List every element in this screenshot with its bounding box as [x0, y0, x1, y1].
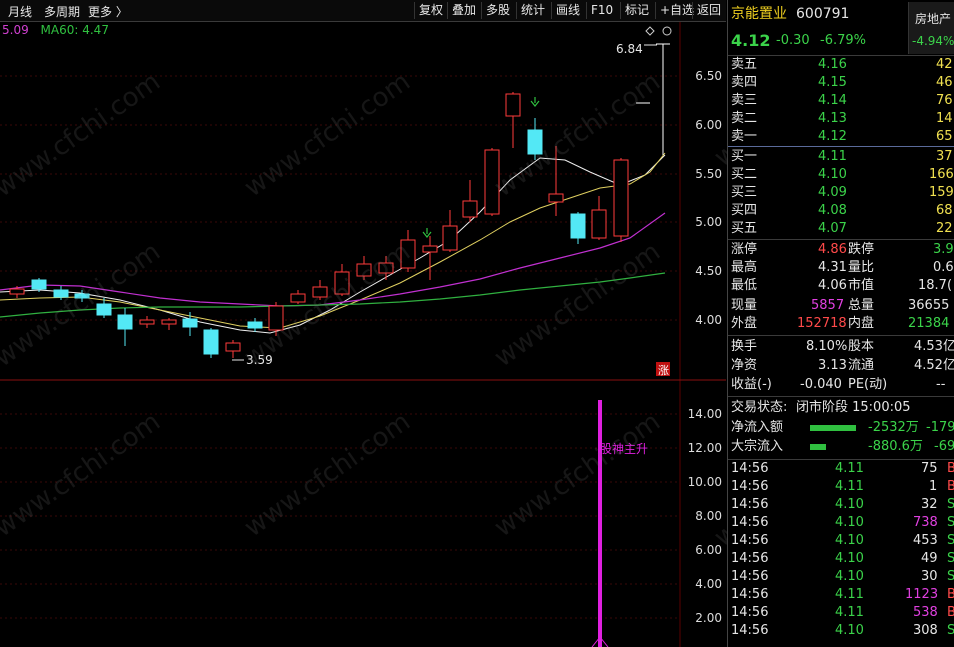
low-annotation: 3.59	[246, 353, 273, 367]
tick-row: 14:564.11538B	[731, 605, 954, 620]
indicator-grid	[0, 413, 680, 619]
candles	[9, 43, 670, 358]
circle-icon	[662, 26, 672, 36]
stats-row: 现量 5857 总量 36655	[731, 298, 950, 313]
candle-down	[527, 129, 543, 155]
flow-row: 净流入额 -2532万 -179	[731, 420, 954, 435]
indicator-label: 14.00	[688, 407, 722, 421]
candle-up	[161, 319, 177, 325]
price-label: 6.50	[695, 69, 722, 83]
ask-row[interactable]: 卖一 4.12 65	[728, 128, 954, 146]
diamond-icon	[645, 26, 655, 36]
candle-down	[117, 314, 133, 330]
price-row: 4.12 -0.30 -6.79%	[728, 30, 954, 52]
candle-down	[31, 279, 47, 290]
stock-name[interactable]: 京能置业	[731, 4, 787, 24]
candle-down	[74, 293, 90, 299]
tick-row: 14:564.1032S	[731, 497, 954, 512]
kline-chart[interactable]: 6.50 6.00 5.50 5.00 4.50 4.00 14.00 12.0…	[0, 0, 726, 647]
price-change: -0.30	[776, 33, 810, 48]
indicator-label: 4.00	[695, 577, 722, 591]
price-label: 4.00	[695, 313, 722, 327]
candle-up	[400, 239, 416, 269]
stats2-row: 收益(-) -0.040 PE(动) --	[731, 377, 946, 392]
bid-row[interactable]: 买五 4.07 22	[728, 220, 954, 238]
indicator-label: 2.00	[695, 611, 722, 625]
sector-name: 房地产	[915, 12, 952, 26]
tick-row: 14:564.1030S	[731, 569, 954, 584]
tick-row: 14:564.111B	[731, 479, 954, 494]
candle-up	[9, 288, 25, 295]
ask-row[interactable]: 卖五 4.16 42	[728, 56, 954, 74]
chart-marker-icons	[645, 26, 672, 36]
candle-down	[203, 329, 219, 355]
tick-row: 14:564.10738S	[731, 515, 954, 530]
price-label: 5.00	[695, 215, 722, 229]
candle-up	[378, 262, 394, 274]
candle-down	[570, 213, 586, 239]
down-arrow-icon	[422, 228, 432, 238]
last-price: 4.12	[731, 31, 771, 50]
candle-up	[334, 271, 350, 295]
signal-label: 股神主升	[600, 442, 648, 456]
ask-row[interactable]: 卖二 4.13 14	[728, 110, 954, 128]
candle-up	[548, 193, 564, 203]
candle-up	[442, 225, 458, 251]
indicator-label: 12.00	[688, 441, 722, 455]
quote-panel: 京能置业 600791 房地产 -4.94% 4.12 -0.30 -6.79%…	[727, 0, 954, 647]
tick-row: 14:564.111123B	[731, 587, 954, 602]
candle-up	[312, 286, 328, 298]
price-label: 6.00	[695, 118, 722, 132]
zhang-badge-label: 涨	[658, 364, 669, 377]
tick-row: 14:564.1175B	[731, 461, 954, 476]
candle-up	[290, 293, 306, 303]
bid-row[interactable]: 买二 4.10 166	[728, 166, 954, 184]
tick-row: 14:564.10453S	[731, 533, 954, 548]
price-label: 4.50	[695, 264, 722, 278]
stats-row: 最低 4.06 市值 18.7(	[731, 278, 953, 293]
trade-status: 交易状态: 闭市阶段 15:00:05	[731, 400, 911, 415]
candle-down	[247, 321, 263, 329]
indicator-label: 6.00	[695, 543, 722, 557]
bid-row[interactable]: 买四 4.08 68	[728, 202, 954, 220]
ma-line-yellow	[0, 152, 666, 329]
candle-up	[462, 200, 478, 218]
indicator-label: 8.00	[695, 509, 722, 523]
price-label: 5.50	[695, 167, 722, 181]
signal-arrows	[422, 97, 540, 238]
stats-row: 外盘 152718 内盘 21384	[731, 316, 950, 331]
tick-row: 14:564.1049S	[731, 551, 954, 566]
candle-up	[422, 245, 438, 253]
ask-row[interactable]: 卖四 4.15 46	[728, 74, 954, 92]
stats2-row: 净资 3.13 流通 4.52亿	[731, 358, 954, 373]
flow-row: 大宗流入 -880.6万 -69	[731, 439, 954, 454]
bid-row[interactable]: 买一 4.11 37	[728, 148, 954, 166]
candle-down	[53, 289, 69, 298]
candle-down	[182, 318, 198, 328]
candle-up	[268, 305, 284, 331]
high-annotation: 6.84	[616, 42, 643, 56]
candle-up	[139, 319, 155, 325]
candle-up	[356, 263, 372, 277]
stock-code: 600791	[796, 6, 850, 22]
candle-up	[225, 342, 241, 352]
ask-row[interactable]: 卖三 4.14 76	[728, 92, 954, 110]
indicator-label: 10.00	[688, 475, 722, 489]
tick-row: 14:564.10308S	[731, 623, 954, 638]
down-arrow-icon	[530, 97, 540, 107]
stats2-row: 换手 8.10% 股本 4.53亿	[731, 339, 954, 354]
signal-bar	[598, 400, 602, 647]
candle-up	[505, 93, 521, 117]
candle-down	[96, 303, 112, 316]
candle-up	[484, 149, 500, 215]
candle-up	[591, 209, 607, 239]
ma-line-magenta	[0, 212, 666, 307]
stats-row: 涨停 4.86 跌停 3.9	[731, 242, 954, 257]
candle-up	[613, 159, 629, 237]
stats-row: 最高 4.31 量比 0.6	[731, 260, 954, 275]
bid-row[interactable]: 买三 4.09 159	[728, 184, 954, 202]
price-change-pct: -6.79%	[820, 33, 866, 48]
